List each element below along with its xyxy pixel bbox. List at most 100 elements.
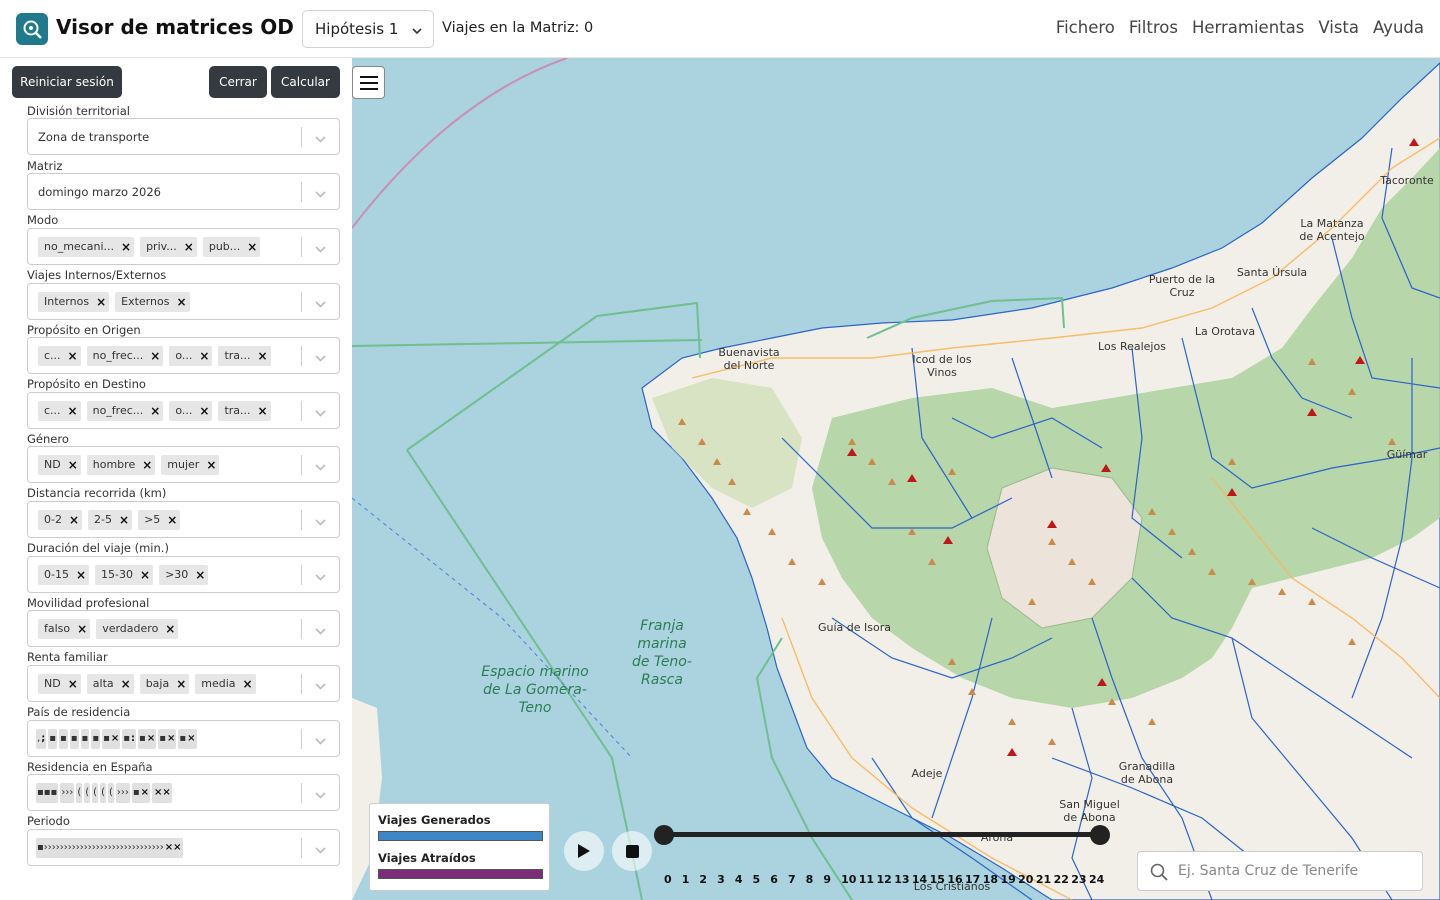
remove-chip-icon[interactable]: × <box>150 404 160 418</box>
map-label-ursula: Santa Úrsula <box>1236 266 1308 279</box>
chevron-down-icon <box>314 514 327 533</box>
remove-chip-icon[interactable]: × <box>195 568 205 582</box>
hour-tick-label: 24 <box>1089 873 1105 886</box>
chevron-down-icon <box>314 569 327 588</box>
remove-chip-icon[interactable]: × <box>247 240 257 254</box>
menu-herramientas[interactable]: Herramientas <box>1192 18 1304 37</box>
range-start-handle[interactable] <box>654 825 674 845</box>
gender-multiselect[interactable]: ND × hombre × mujer × <box>27 446 340 483</box>
purpose-dest-label: Propósito en Destino <box>27 377 146 391</box>
calculate-button[interactable]: Calcular <box>271 66 340 98</box>
range-end-handle[interactable] <box>1090 825 1110 845</box>
play-button[interactable] <box>564 831 604 871</box>
compressed-chips: ▪›››››››››››››››››››››››››››››› ×× <box>36 837 183 858</box>
map-label-matanza: La Matanza de Acentejo <box>1299 217 1365 243</box>
remove-chip-icon[interactable]: × <box>68 349 78 363</box>
hour-tick-label: 3 <box>717 873 725 886</box>
remove-chip-icon[interactable]: × <box>69 513 79 527</box>
reset-session-button[interactable]: Reiniciar sesión <box>12 66 122 98</box>
remove-chip-icon[interactable]: × <box>142 458 152 472</box>
internal-multiselect[interactable]: Internos × Externos × <box>27 283 340 320</box>
country-multiselect[interactable]: ‚; ▪ ▪ ▪ ▪ ▪ ▪ × ▪: ▪ × ▪ × ▪ × <box>27 720 340 757</box>
hour-tick-label: 11 <box>858 873 875 886</box>
map-label-buenavista: Buenavista del Norte <box>718 346 780 372</box>
remove-chip-icon[interactable]: × <box>199 404 209 418</box>
map-label-adeje: Adeje <box>911 767 943 780</box>
search-icon <box>1150 863 1168 885</box>
close-button[interactable]: Cerrar <box>209 66 267 98</box>
professional-multiselect[interactable]: falso × verdadero × <box>27 610 340 647</box>
menu-ayuda[interactable]: Ayuda <box>1373 18 1424 37</box>
hamburger-icon <box>359 75 378 90</box>
chevron-down-icon <box>411 23 423 41</box>
map-label-guia: Guía de Isora <box>817 621 891 634</box>
remove-chip-icon[interactable]: × <box>184 240 194 254</box>
remove-chip-icon[interactable]: × <box>199 349 209 363</box>
mode-multiselect[interactable]: no_mecani... × priv... × pub... × <box>27 228 340 265</box>
chip: falso × <box>38 618 91 639</box>
chip: baja × <box>139 673 190 694</box>
map-label-sanmiguel: San Miguel de Abona <box>1059 798 1120 824</box>
remove-chip-icon[interactable]: × <box>243 677 253 691</box>
chip: 0-15 × <box>38 564 90 585</box>
hour-tick-label: 0 <box>664 873 672 886</box>
remove-chip-icon[interactable]: × <box>176 295 186 309</box>
hour-range-track[interactable] <box>663 832 1100 837</box>
remove-chip-icon[interactable]: × <box>77 622 87 636</box>
map-background <box>352 58 1440 900</box>
purpose-origin-multiselect[interactable]: c... × no_frec... × o... × tra... × <box>27 337 340 374</box>
map-canvas[interactable]: Buenavista del Norte Icod de los Vinos P… <box>352 58 1440 900</box>
chevron-down-icon <box>314 405 327 424</box>
chevron-down-icon <box>314 186 327 205</box>
menu-fichero[interactable]: Fichero <box>1056 18 1115 37</box>
residence-multiselect[interactable]: ▪▪▪ ›››(((((››› ▪ × ×× <box>27 774 340 811</box>
distance-multiselect[interactable]: 0-2 × 2-5 × >5 × <box>27 501 340 538</box>
remove-chip-icon[interactable]: × <box>68 677 78 691</box>
chevron-down-icon <box>314 678 327 697</box>
chip: hombre × <box>86 454 156 475</box>
chip: 2-5 × <box>88 509 133 530</box>
stop-button[interactable] <box>612 831 652 871</box>
hour-tick-label: 21 <box>1035 873 1052 886</box>
remove-chip-icon[interactable]: × <box>121 677 131 691</box>
remove-chip-icon[interactable]: × <box>176 677 186 691</box>
professional-label: Movilidad profesional <box>27 596 150 610</box>
chip: priv... × <box>140 236 197 257</box>
remove-chip-icon[interactable]: × <box>68 458 78 472</box>
remove-chip-icon[interactable]: × <box>121 240 131 254</box>
remove-chip-icon[interactable]: × <box>167 513 177 527</box>
map-label-tacoronte: Tacoronte <box>1380 174 1434 187</box>
income-multiselect[interactable]: ND × alta × baja × media × <box>27 665 340 702</box>
residence-label: Residencia en España <box>27 760 153 774</box>
division-select[interactable]: Zona de transporte <box>27 118 340 155</box>
distance-label: Distancia recorrida (km) <box>27 486 167 500</box>
remove-chip-icon[interactable]: × <box>119 513 129 527</box>
period-multiselect[interactable]: ▪›››››››››››››››››››››››››››››› ×× <box>27 829 340 866</box>
remove-chip-icon[interactable]: × <box>258 404 268 418</box>
remove-chip-icon[interactable]: × <box>76 568 86 582</box>
menu-vista[interactable]: Vista <box>1318 18 1359 37</box>
chip: c... × <box>38 400 81 421</box>
remove-chip-icon[interactable]: × <box>140 568 150 582</box>
purpose-origin-label: Propósito en Origen <box>27 323 141 337</box>
remove-chip-icon[interactable]: × <box>96 295 106 309</box>
division-value: Zona de transporte <box>38 129 150 144</box>
menu-filtros[interactable]: Filtros <box>1129 18 1178 37</box>
hypothesis-select[interactable]: Hipótesis 1 <box>302 10 434 48</box>
duration-multiselect[interactable]: 0-15 × 15-30 × >30 × <box>27 556 340 593</box>
remove-chip-icon[interactable]: × <box>150 349 160 363</box>
remove-chip-icon[interactable]: × <box>165 622 175 636</box>
search-input[interactable] <box>1178 863 1408 879</box>
remove-chip-icon[interactable]: × <box>206 458 216 472</box>
remove-chip-icon[interactable]: × <box>68 404 78 418</box>
purpose-dest-multiselect[interactable]: c... × no_frec... × o... × tra... × <box>27 392 340 429</box>
map-label-realejos: Los Realejos <box>1098 340 1166 353</box>
matrix-select[interactable]: domingo marzo 2026 <box>27 173 340 210</box>
hour-tick-label: 20 <box>1018 873 1034 886</box>
chip: tra... × <box>218 345 271 366</box>
layers-menu-button[interactable] <box>352 66 385 99</box>
app-title: Visor de matrices OD <box>56 15 294 39</box>
location-search[interactable] <box>1137 851 1423 891</box>
remove-chip-icon[interactable]: × <box>258 349 268 363</box>
chip: o... × <box>169 345 213 366</box>
